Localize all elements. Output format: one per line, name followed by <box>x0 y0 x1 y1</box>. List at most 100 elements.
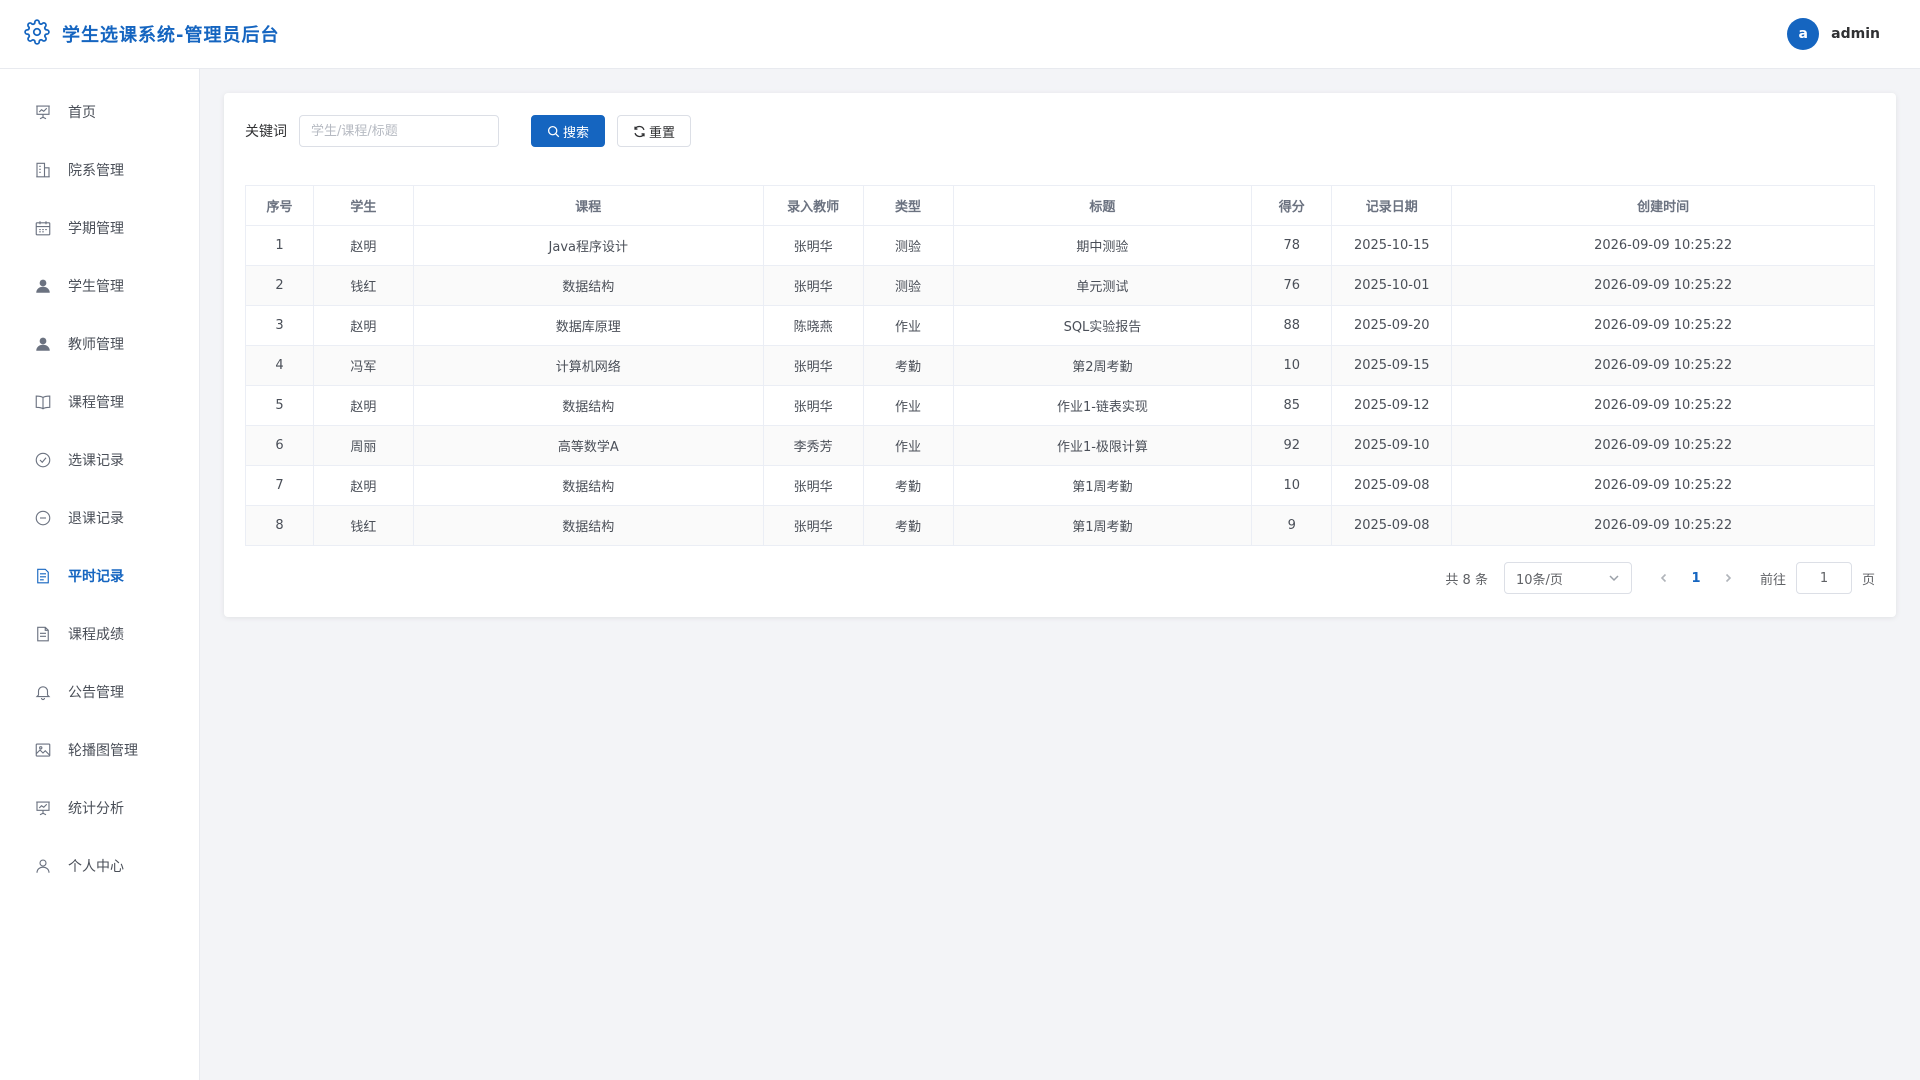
reset-button[interactable]: 重置 <box>617 115 691 147</box>
sidebar-item-label: 统计分析 <box>68 801 124 817</box>
cell-type: 测验 <box>862 225 954 266</box>
sidebar-item-withdrawals[interactable]: 退课记录 <box>0 489 199 547</box>
next-page-button[interactable] <box>1712 562 1744 594</box>
sidebar-item-semesters[interactable]: 学期管理 <box>0 199 199 257</box>
column-header: 创建时间 <box>1451 185 1875 226</box>
cell-course: 数据结构 <box>412 465 764 506</box>
cell-student: 周丽 <box>312 425 414 466</box>
gear-icon <box>24 19 50 49</box>
presentation-icon <box>36 801 50 816</box>
search-icon <box>547 125 560 137</box>
sidebar-item-home[interactable]: 首页 <box>0 83 199 141</box>
cell-type: 测验 <box>862 265 954 306</box>
cell-record-date: 2025-10-01 <box>1331 265 1453 306</box>
cell-score: 9 <box>1251 505 1333 546</box>
cell-teacher: 张明华 <box>762 265 864 306</box>
sidebar-item-label: 教师管理 <box>68 337 124 353</box>
column-header: 录入教师 <box>762 185 864 226</box>
column-header: 类型 <box>862 185 954 226</box>
prev-page-button[interactable] <box>1648 562 1680 594</box>
cell-index: 4 <box>245 345 314 386</box>
column-header: 序号 <box>245 185 314 226</box>
sidebar-item-departments[interactable]: 院系管理 <box>0 141 199 199</box>
cell-record-date: 2025-09-15 <box>1331 345 1453 386</box>
keyword-input[interactable] <box>299 115 499 147</box>
sidebar-item-courses[interactable]: 课程管理 <box>0 373 199 431</box>
sidebar-item-label: 轮播图管理 <box>68 743 138 759</box>
total-count: 共 8 条 <box>1445 572 1488 588</box>
pagination: 共 8 条 10条/页 1 前往 页 <box>1445 562 1875 594</box>
cell-record-date: 2025-09-10 <box>1331 425 1453 466</box>
cell-student: 冯军 <box>312 345 414 386</box>
cell-teacher: 张明华 <box>762 465 864 506</box>
refresh-icon <box>634 125 645 137</box>
cell-record-date: 2025-09-08 <box>1331 505 1453 546</box>
table-row[interactable]: 3 赵明 数据库原理 陈晓燕 作业 SQL实验报告 88 2025-09-20 … <box>245 305 1875 346</box>
cell-index: 5 <box>245 385 314 426</box>
cell-type: 作业 <box>862 305 954 346</box>
goto-label: 前往 <box>1759 572 1786 588</box>
chevron-right-icon <box>1725 573 1732 583</box>
cell-index: 8 <box>245 505 314 546</box>
cell-course: Java程序设计 <box>412 225 764 266</box>
user-menu[interactable]: a admin <box>1787 18 1880 50</box>
column-header: 得分 <box>1251 185 1333 226</box>
sidebar-item-label: 课程管理 <box>68 395 124 411</box>
sidebar-item-label: 院系管理 <box>68 163 124 179</box>
cell-index: 1 <box>245 225 314 266</box>
sidebar-item-daily-records[interactable]: 平时记录 <box>0 547 199 605</box>
table-row[interactable]: 1 赵明 Java程序设计 张明华 测验 期中测验 78 2025-10-15 … <box>245 225 1875 266</box>
column-header: 课程 <box>412 185 764 226</box>
table-row[interactable]: 4 冯军 计算机网络 张明华 考勤 第2周考勤 10 2025-09-15 20… <box>245 345 1875 386</box>
table-row[interactable]: 6 周丽 高等数学A 李秀芳 作业 作业1-极限计算 92 2025-09-10… <box>245 425 1875 466</box>
sidebar-item-teachers[interactable]: 教师管理 <box>0 315 199 373</box>
sidebar-item-students[interactable]: 学生管理 <box>0 257 199 315</box>
cell-created-time: 2026-09-09 10:25:22 <box>1451 465 1875 506</box>
cell-title: 第1周考勤 <box>952 465 1253 506</box>
cell-teacher: 张明华 <box>762 225 864 266</box>
sidebar-item-label: 选课记录 <box>68 453 124 469</box>
cell-score: 92 <box>1251 425 1333 466</box>
table-row[interactable]: 5 赵明 数据结构 张明华 作业 作业1-链表实现 85 2025-09-12 … <box>245 385 1875 426</box>
username[interactable]: admin <box>1831 26 1880 42</box>
cell-course: 数据结构 <box>412 385 764 426</box>
cell-created-time: 2026-09-09 10:25:22 <box>1451 505 1875 546</box>
column-header: 记录日期 <box>1331 185 1453 226</box>
cell-score: 76 <box>1251 265 1333 306</box>
goto-page-input[interactable] <box>1795 562 1852 594</box>
sidebar-item-profile[interactable]: 个人中心 <box>0 837 199 895</box>
avatar[interactable]: a <box>1787 18 1820 50</box>
sidebar-item-course-grades[interactable]: 课程成绩 <box>0 605 199 663</box>
sidebar-item-carousel[interactable]: 轮播图管理 <box>0 721 199 779</box>
top-header: 学生选课系统-管理员后台 a admin <box>0 0 1920 69</box>
cell-index: 6 <box>245 425 314 466</box>
cell-teacher: 张明华 <box>762 505 864 546</box>
cell-teacher: 张明华 <box>762 385 864 426</box>
table-row[interactable]: 7 赵明 数据结构 张明华 考勤 第1周考勤 10 2025-09-08 202… <box>245 465 1875 506</box>
column-header: 学生 <box>312 185 414 226</box>
table-row[interactable]: 8 钱红 数据结构 张明华 考勤 第1周考勤 9 2025-09-08 2026… <box>245 505 1875 546</box>
reset-button-label: 重置 <box>648 125 675 141</box>
cell-score: 78 <box>1251 225 1333 266</box>
table-row[interactable]: 2 钱红 数据结构 张明华 测验 单元测试 76 2025-10-01 2026… <box>245 265 1875 306</box>
sidebar-item-announcements[interactable]: 公告管理 <box>0 663 199 721</box>
page-number-current[interactable]: 1 <box>1680 562 1712 594</box>
brand: 学生选课系统-管理员后台 <box>24 19 279 49</box>
cell-title: 第1周考勤 <box>952 505 1253 546</box>
bell-icon <box>35 686 51 700</box>
cell-type: 考勤 <box>862 465 954 506</box>
sidebar-item-enrollments[interactable]: 选课记录 <box>0 431 199 489</box>
sidebar-item-label: 个人中心 <box>68 859 124 875</box>
cell-course: 数据结构 <box>412 265 764 306</box>
sidebar: 首页 院系管理 学期管理 学生管理 教师管理 课程管理 选课记录 退课记录 平时… <box>0 69 200 1080</box>
document-icon <box>37 568 49 584</box>
app-title: 学生选课系统-管理员后台 <box>62 25 280 46</box>
page-size-select[interactable]: 10条/页 <box>1503 562 1632 594</box>
search-button[interactable]: 搜索 <box>531 115 605 147</box>
cell-created-time: 2026-09-09 10:25:22 <box>1451 345 1875 386</box>
cell-teacher: 陈晓燕 <box>762 305 864 346</box>
sidebar-item-statistics[interactable]: 统计分析 <box>0 779 199 837</box>
cell-index: 7 <box>245 465 314 506</box>
goto-suffix: 页 <box>1861 572 1875 588</box>
cell-type: 考勤 <box>862 505 954 546</box>
